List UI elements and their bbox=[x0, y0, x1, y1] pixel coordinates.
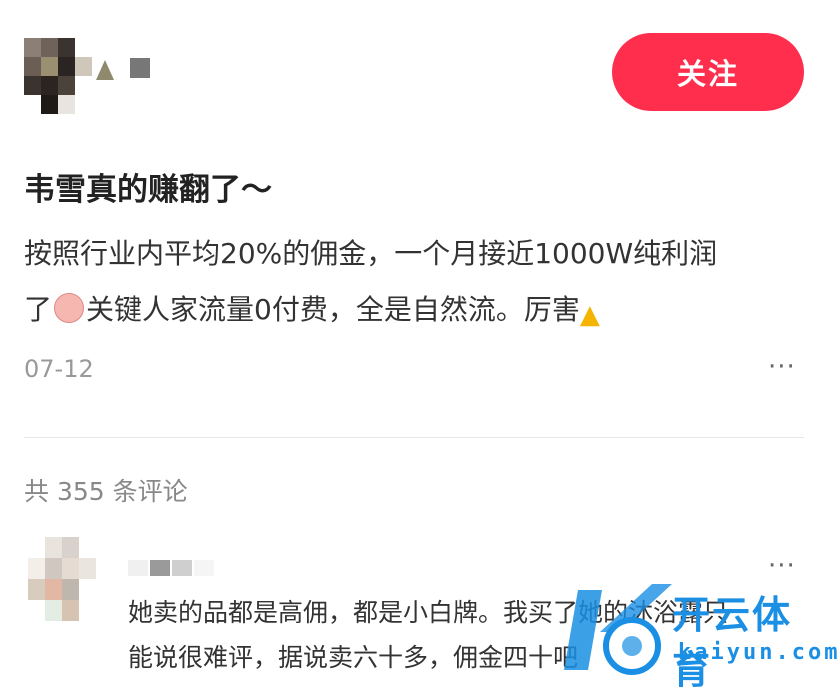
post-date: 07-12 bbox=[24, 355, 94, 383]
commenter-name-blurred[interactable] bbox=[128, 560, 232, 576]
thumbs-up-emoji-icon: ▲ bbox=[579, 300, 600, 330]
divider bbox=[24, 437, 804, 438]
post-body: 按照行业内平均20%的佣金，一个月接近1000W纯利润 了关键人家流量0付费，全… bbox=[24, 226, 814, 338]
follow-button[interactable]: 关注 bbox=[612, 33, 804, 111]
watermark: 开云体育 kaiyun.com bbox=[560, 570, 837, 692]
kaiyun-logo-icon bbox=[564, 584, 672, 675]
post-body-line-2: 了关键人家流量0付费，全是自然流。厉害▲ bbox=[24, 282, 814, 338]
watermark-en: kaiyun.com bbox=[678, 640, 838, 665]
more-icon[interactable]: ··· bbox=[768, 352, 796, 382]
author-name-blurred-2 bbox=[130, 58, 150, 78]
pig-face-emoji-icon bbox=[54, 293, 85, 323]
comment-count: 共 355 条评论 bbox=[24, 477, 188, 506]
post-title: 韦雪真的赚翻了～ bbox=[24, 172, 272, 208]
post-body-line-1: 按照行业内平均20%的佣金，一个月接近1000W纯利润 bbox=[24, 237, 718, 270]
author-avatar[interactable] bbox=[24, 38, 92, 114]
commenter-avatar[interactable] bbox=[28, 537, 96, 621]
watermark-cn: 开云体育 bbox=[672, 593, 793, 692]
author-name-blurred[interactable] bbox=[96, 58, 114, 80]
